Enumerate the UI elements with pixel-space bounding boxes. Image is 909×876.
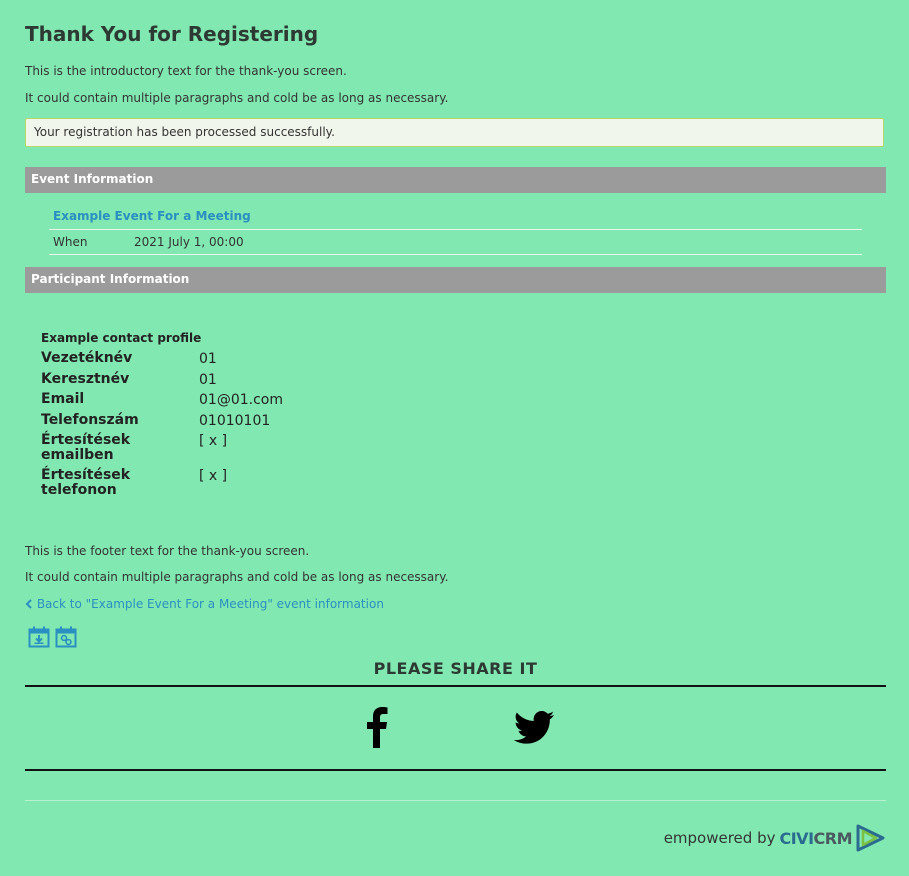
field-value: 01@01.com [199, 392, 283, 408]
calendar-link-icon[interactable] [55, 626, 77, 648]
twitter-icon[interactable] [514, 711, 555, 745]
back-link-label: Back to "Example Event For a Meeting" ev… [36, 597, 384, 611]
event-title-link[interactable]: Example Event For a Meeting [53, 209, 251, 223]
when-value: 2021 July 1, 00:00 [134, 235, 244, 249]
share-title: PLEASE SHARE IT [373, 659, 538, 678]
when-label: When [53, 235, 88, 249]
event-info-header: Event Information [25, 167, 886, 193]
divider [25, 800, 886, 801]
field-label: Email [41, 391, 85, 407]
profile-title: Example contact profile [41, 331, 202, 345]
divider [49, 254, 862, 255]
share-divider-bottom [25, 769, 886, 771]
powered-by[interactable]: empowered by CIVI CRM [664, 822, 886, 854]
brand-part-2: CRM [813, 828, 853, 848]
footer-paragraph-1: This is the footer text for the thank-yo… [25, 544, 310, 558]
intro-paragraph-1: This is the introductory text for the th… [25, 64, 347, 78]
facebook-icon[interactable] [365, 706, 389, 748]
field-label: Értesítések emailben [41, 432, 131, 463]
field-value: 01 [199, 351, 217, 367]
share-divider-top [25, 685, 886, 687]
page-title: Thank You for Registering [25, 22, 319, 46]
field-value: [ x ] [199, 468, 228, 484]
powered-by-text: empowered by [663, 829, 776, 847]
chevron-left-icon [25, 599, 32, 609]
field-label: Telefonszám [41, 412, 139, 428]
calendar-download-icon[interactable] [28, 626, 50, 648]
field-label: Értesítések telefonon [41, 467, 131, 498]
field-value: [ x ] [199, 433, 228, 449]
divider [49, 229, 862, 230]
footer-paragraph-2: It could contain multiple paragraphs and… [25, 570, 449, 584]
field-value: 01010101 [199, 413, 271, 429]
brand-part-1: CIVI [779, 828, 814, 848]
back-to-event-link[interactable]: Back to "Example Event For a Meeting" ev… [25, 597, 384, 611]
civicrm-logo-icon [856, 824, 885, 852]
intro-paragraph-2: It could contain multiple paragraphs and… [25, 91, 449, 105]
participant-info-header: Participant Information [25, 267, 886, 293]
success-message: Your registration has been processed suc… [25, 118, 884, 147]
field-value: 01 [199, 372, 217, 388]
field-label: Keresztnév [41, 371, 130, 387]
field-label: Vezetéknév [41, 350, 133, 366]
